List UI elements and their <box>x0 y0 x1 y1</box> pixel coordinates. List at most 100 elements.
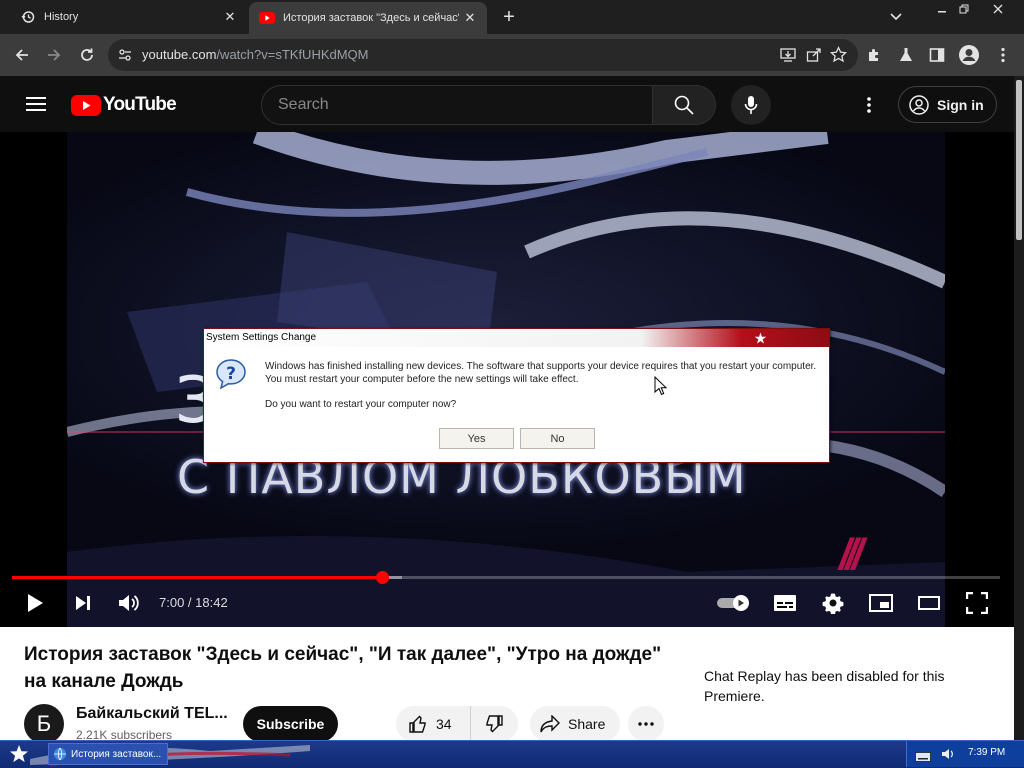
fullscreen-icon <box>966 592 988 614</box>
youtube-favicon <box>259 10 275 26</box>
tab-title: History <box>44 11 79 23</box>
start-button[interactable] <box>0 740 38 768</box>
tab-title: История заставок "Здесь и сейчас", "И та… <box>283 12 459 24</box>
autoplay-toggle-icon <box>717 595 749 611</box>
url-text: youtube.com/watch?v=sTKfUHKdMQM <box>142 47 369 62</box>
hamburger-menu-icon[interactable] <box>26 96 46 117</box>
share-button[interactable]: Share <box>530 706 620 742</box>
taskbar-item-label: История заставок... <box>71 748 162 760</box>
restore-icon[interactable] <box>950 0 978 18</box>
chat-replay-notice: Chat Replay has been disabled for this P… <box>704 668 945 704</box>
tab-history[interactable]: History ✕ <box>0 0 247 34</box>
next-button[interactable] <box>70 589 96 617</box>
bookmark-star-icon[interactable] <box>829 46 848 68</box>
scrollbar-thumb[interactable] <box>1016 80 1022 240</box>
current-time: 7:00 <box>159 595 185 610</box>
dialog-titlebar[interactable]: System Settings Change <box>204 329 829 347</box>
video-title: История заставок "Здесь и сейчас", "И та… <box>24 644 662 692</box>
system-tray <box>906 741 1024 767</box>
url-path: /watch?v=sTKfUHKdMQM <box>216 47 369 62</box>
forward-arrow-icon[interactable] <box>41 42 67 68</box>
more-actions-button[interactable] <box>628 706 664 742</box>
search-placeholder: Search <box>278 96 329 113</box>
reload-icon[interactable] <box>74 42 100 68</box>
youtube-search-button[interactable] <box>652 85 716 125</box>
browser-tab-strip: History ✕ История заставок "Здесь и сейч… <box>0 0 1024 34</box>
channel-watermark-icon: /// <box>839 530 864 579</box>
back-arrow-icon[interactable] <box>9 42 35 68</box>
youtube-logo-text: YouTube <box>103 94 177 115</box>
account-circle-icon <box>909 94 929 115</box>
mute-button[interactable] <box>116 589 142 617</box>
like-count: 34 <box>436 716 452 732</box>
speaker-icon[interactable] <box>941 747 955 766</box>
miniplayer-icon <box>869 594 893 612</box>
share-page-icon[interactable] <box>806 47 822 68</box>
address-bar[interactable]: youtube.com/watch?v=sTKfUHKdMQM <box>108 39 858 71</box>
browser-menu-icon[interactable] <box>990 42 1016 68</box>
youtube-play-logo-icon <box>71 94 101 116</box>
time-readout: 7:00 / 18:42 <box>159 595 228 610</box>
channel-avatar[interactable]: Б <box>24 704 64 744</box>
url-host: youtube.com <box>142 47 217 62</box>
no-button[interactable]: No <box>520 428 595 449</box>
extensions-puzzle-icon[interactable] <box>861 42 887 68</box>
youtube-logo[interactable]: YouTube <box>71 94 177 116</box>
screen: History ✕ История заставок "Здесь и сейч… <box>0 0 1024 768</box>
progress-played <box>12 576 382 579</box>
more-horizontal-icon <box>638 722 654 726</box>
labs-flask-icon[interactable] <box>893 42 919 68</box>
autoplay-toggle[interactable] <box>716 589 752 617</box>
mouse-cursor-icon <box>654 375 668 401</box>
play-button[interactable] <box>22 589 48 617</box>
browser-globe-icon <box>54 747 66 761</box>
profile-avatar-icon[interactable] <box>956 42 982 68</box>
side-panel-icon[interactable] <box>924 42 950 68</box>
chevron-down-icon[interactable] <box>884 6 908 28</box>
dialog-title: System Settings Change <box>206 332 317 343</box>
tab-youtube-video[interactable]: История заставок "Здесь и сейчас", "И та… <box>249 2 487 34</box>
keyboard-icon[interactable] <box>915 749 931 767</box>
theater-mode-button[interactable] <box>916 589 942 617</box>
browser-toolbar: youtube.com/watch?v=sTKfUHKdMQM <box>0 34 1024 76</box>
history-icon <box>20 9 36 25</box>
video-progress-bar[interactable] <box>12 576 1000 579</box>
install-app-icon[interactable] <box>780 47 796 68</box>
thumbs-up-icon <box>409 715 426 733</box>
subtitles-button[interactable] <box>772 589 798 617</box>
channel-name[interactable]: Байкальский TEL... <box>76 705 228 723</box>
close-tab-icon[interactable]: ✕ <box>459 7 481 29</box>
site-settings-icon[interactable] <box>118 48 132 67</box>
search-icon <box>674 95 694 115</box>
taskbar-item-browser[interactable]: История заставок... <box>48 743 168 765</box>
youtube-search-input[interactable]: Search <box>261 85 653 125</box>
subscribe-button[interactable]: Subscribe <box>243 706 338 742</box>
miniplayer-button[interactable] <box>868 589 894 617</box>
like-button[interactable]: 34 <box>396 706 471 742</box>
like-dislike-group: 34 <box>396 706 518 742</box>
microphone-icon <box>744 96 758 114</box>
fullscreen-button[interactable] <box>964 589 990 617</box>
progress-scrubber[interactable] <box>375 571 389 584</box>
gear-icon <box>822 593 844 614</box>
subtitles-icon <box>774 595 796 611</box>
skip-next-icon <box>76 596 90 610</box>
close-tab-icon[interactable]: ✕ <box>219 6 241 28</box>
dialog-message: Windows has finished installing new devi… <box>265 361 817 385</box>
voice-search-button[interactable] <box>731 85 771 125</box>
restart-dialog: System Settings Change ? Windows has fin… <box>203 328 830 463</box>
duration: 18:42 <box>195 595 228 610</box>
close-window-icon[interactable] <box>984 0 1012 18</box>
settings-button[interactable] <box>820 589 846 617</box>
yes-button[interactable]: Yes <box>439 428 514 449</box>
theater-mode-icon <box>918 596 940 610</box>
dialog-close-icon[interactable] <box>752 330 768 346</box>
new-tab-button[interactable]: + <box>496 5 522 29</box>
svg-text:?: ? <box>226 364 236 384</box>
start-star-icon <box>10 745 28 763</box>
share-label: Share <box>568 716 606 732</box>
sign-in-button[interactable]: Sign in <box>898 86 997 123</box>
dislike-button[interactable] <box>471 706 517 742</box>
sign-in-label: Sign in <box>937 96 984 113</box>
settings-more-icon[interactable] <box>866 96 872 119</box>
